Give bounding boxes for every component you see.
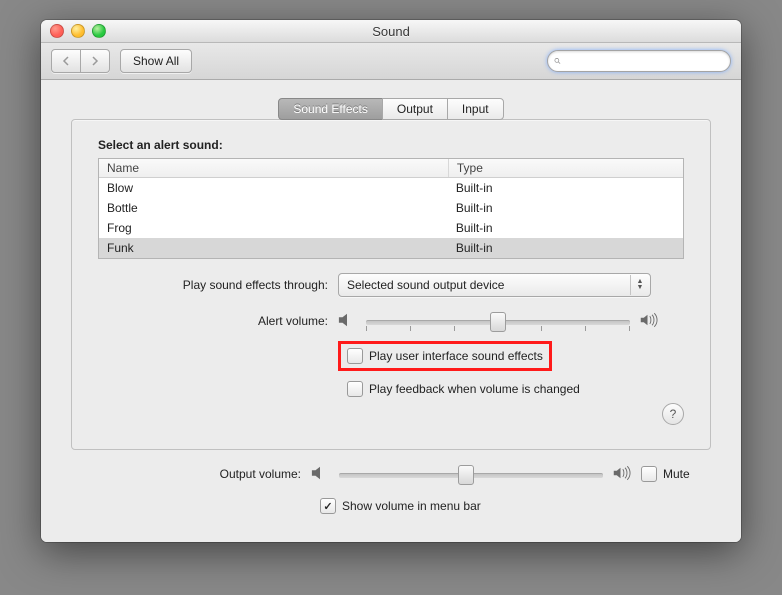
close-window-button[interactable]	[50, 24, 64, 38]
titlebar: Sound	[41, 20, 741, 43]
list-item[interactable]: Funk Built-in	[99, 238, 683, 258]
alert-sound-heading: Select an alert sound:	[98, 138, 684, 152]
minimize-window-button[interactable]	[71, 24, 85, 38]
show-in-menubar-checkbox[interactable]	[320, 498, 336, 514]
alert-volume-slider[interactable]	[366, 311, 630, 331]
chevron-left-icon	[62, 56, 70, 66]
output-volume-slider[interactable]	[339, 464, 603, 484]
play-through-label: Play sound effects through:	[98, 278, 338, 292]
chevron-right-icon	[91, 56, 99, 66]
help-icon: ?	[670, 407, 677, 421]
tab-sound-effects[interactable]: Sound Effects	[278, 98, 383, 120]
sound-preferences-window: Sound Show All Sound Effects Output Inpu…	[41, 20, 741, 542]
sound-effects-panel: Select an alert sound: Name Type Blow Bu…	[71, 119, 711, 450]
popup-arrows-icon: ▲▼	[630, 275, 649, 295]
traffic-lights	[41, 24, 106, 38]
column-name[interactable]: Name	[99, 159, 449, 177]
list-item[interactable]: Frog Built-in	[99, 218, 683, 238]
alert-volume-label: Alert volume:	[98, 314, 338, 328]
tab-input[interactable]: Input	[447, 98, 504, 120]
output-volume-label: Output volume:	[71, 467, 311, 481]
volume-high-icon	[640, 312, 658, 331]
ui-sounds-row: Play user interface sound effects	[98, 341, 684, 371]
zoom-window-button[interactable]	[92, 24, 106, 38]
tab-output[interactable]: Output	[382, 98, 448, 120]
window-title: Sound	[41, 24, 741, 39]
show-all-button[interactable]: Show All	[120, 49, 192, 73]
ui-sounds-checkbox[interactable]	[347, 348, 363, 364]
highlight-annotation: Play user interface sound effects	[338, 341, 552, 371]
search-field[interactable]	[547, 50, 731, 72]
forward-button[interactable]	[81, 49, 110, 73]
show-in-menubar-row: Show volume in menu bar	[71, 494, 711, 518]
play-through-popup[interactable]: Selected sound output device ▲▼	[338, 273, 651, 297]
help-button[interactable]: ?	[662, 403, 684, 425]
feedback-row: Play feedback when volume is changed	[98, 377, 684, 401]
output-volume-section: Output volume: Mute	[71, 464, 711, 518]
list-header: Name Type	[99, 159, 683, 178]
feedback-label: Play feedback when volume is changed	[369, 382, 580, 396]
back-button[interactable]	[51, 49, 81, 73]
search-icon	[554, 55, 561, 67]
volume-low-icon	[311, 465, 329, 484]
list-item[interactable]: Blow Built-in	[99, 178, 683, 198]
content-area: Sound Effects Output Input Select an ale…	[41, 80, 741, 542]
show-in-menubar-label: Show volume in menu bar	[342, 499, 481, 513]
list-item[interactable]: Bottle Built-in	[99, 198, 683, 218]
mute-label: Mute	[663, 467, 690, 481]
search-input[interactable]	[565, 53, 724, 69]
mute-checkbox[interactable]	[641, 466, 657, 482]
ui-sounds-label: Play user interface sound effects	[369, 349, 543, 363]
volume-low-icon	[338, 312, 356, 331]
column-type[interactable]: Type	[449, 159, 683, 177]
volume-high-icon	[613, 465, 631, 484]
play-through-value: Selected sound output device	[347, 278, 504, 292]
play-through-row: Play sound effects through: Selected sou…	[98, 273, 684, 297]
alert-sound-list[interactable]: Name Type Blow Built-in Bottle Built-in …	[98, 158, 684, 259]
tab-bar: Sound Effects Output Input	[71, 98, 711, 120]
alert-volume-row: Alert volume:	[98, 311, 684, 331]
show-all-label: Show All	[133, 54, 179, 68]
toolbar: Show All	[41, 43, 741, 80]
nav-buttons	[51, 49, 110, 73]
output-volume-row: Output volume: Mute	[71, 464, 711, 484]
feedback-checkbox[interactable]	[347, 381, 363, 397]
